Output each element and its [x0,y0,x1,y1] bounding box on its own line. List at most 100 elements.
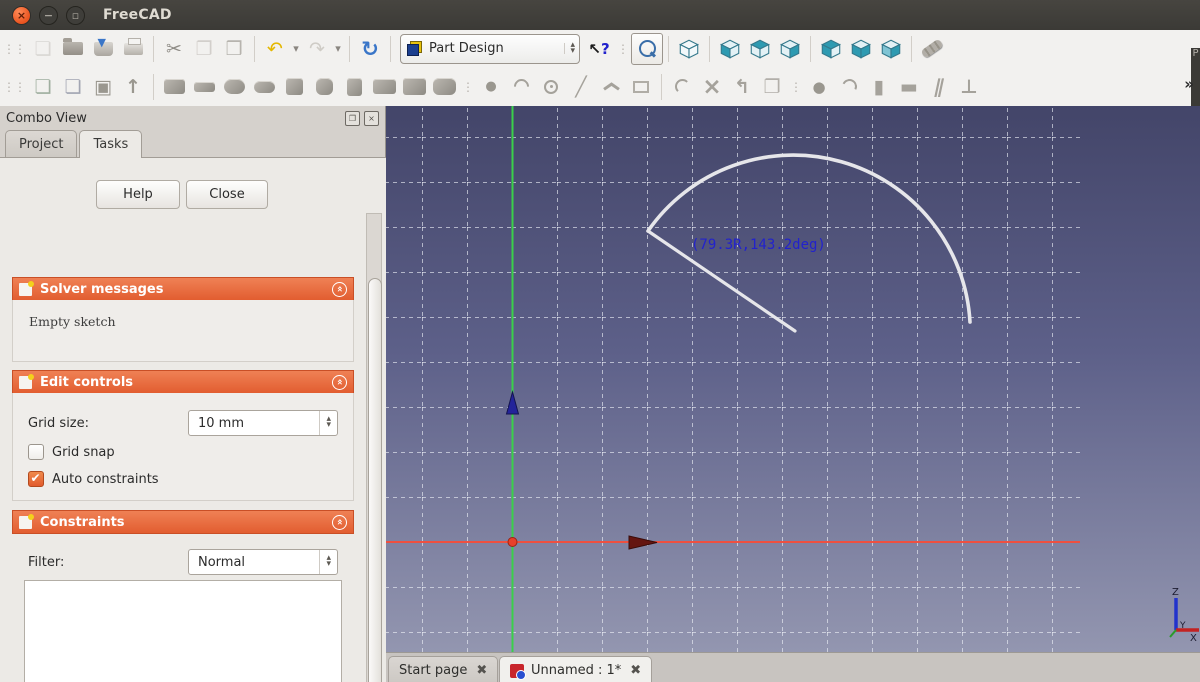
left-view-button[interactable] [846,34,876,64]
fillet-button[interactable] [279,72,309,102]
3d-viewport[interactable]: (79.3R,143.2deg) Z Y X [386,106,1200,652]
constraint-filter-dropdown[interactable]: Normal ▴▾ [188,549,338,575]
grid-size-spinbox[interactable]: 10 mm ▴▾ [188,410,338,436]
create-line-button[interactable]: ╱ [566,72,596,102]
tab-start-page[interactable]: Start page ✖ [388,656,498,682]
tab-tasks[interactable]: Tasks [79,130,142,158]
panel-float-button[interactable]: ❐ [345,111,360,126]
constraints-header[interactable]: Constraints « [12,510,354,534]
constraint-tangent-button[interactable] [834,72,864,102]
window-maximize-button[interactable]: ▫ [66,6,85,25]
polar-pattern-button[interactable] [429,72,459,102]
whats-this-button[interactable]: ↖? [584,34,614,64]
redo-dropdown[interactable]: ▾ [332,34,344,64]
chamfer-button[interactable] [309,72,339,102]
create-polyline-button[interactable] [596,72,626,102]
constraint-coincident-button[interactable]: ● [804,72,834,102]
close-tab-icon[interactable]: ✖ [476,663,487,678]
edit-sketch-button[interactable]: ❏ [58,72,88,102]
grid-size-spinner[interactable]: ▴▾ [319,411,337,435]
edit-controls-header[interactable]: Edit controls « [12,370,354,394]
toolbar-drag-handle[interactable]: ⋮ [790,80,801,94]
leave-sketch-button[interactable]: ↑ [118,72,148,102]
create-circle-button[interactable] [536,72,566,102]
solver-messages-header[interactable]: Solver messages « [12,277,354,301]
pocket-button[interactable] [189,72,219,102]
toolbar-drag-handle[interactable]: ⋮ [462,80,473,94]
freecad-window: × − ▫ FreeCAD ⋮⋮ ❏ ✂ ❐ ❒ ↶ ▾ ↷ ▾ ↻ Part … [0,0,1200,682]
create-rectangle-button[interactable] [626,72,656,102]
triad-y-label: Y [1179,621,1186,631]
window-close-button[interactable]: × [12,6,31,25]
tasks-scrollbar[interactable]: ▾ [366,213,382,682]
toolbar-drag-handle[interactable]: ⋮⋮ [3,42,25,56]
linear-pattern-button[interactable] [399,72,429,102]
create-sketch-button[interactable]: ❏ [28,72,58,102]
axonometric-view-button[interactable] [674,34,704,64]
undo-dropdown[interactable]: ▾ [290,34,302,64]
grid-snap-checkbox[interactable] [28,444,44,460]
separator [661,74,662,100]
collapse-icon[interactable]: « [332,282,347,297]
constraints-list[interactable] [24,580,342,682]
polyline-icon [603,81,619,92]
constraint-perpendicular-button[interactable]: ⊥ [954,72,984,102]
workbench-selector[interactable]: Part Design ▴▾ [400,34,580,64]
draft-button[interactable] [339,72,369,102]
front-view-button[interactable] [715,34,745,64]
tab-project[interactable]: Project [5,130,77,158]
sketch-fillet-icon [675,79,690,94]
create-arc-button[interactable] [506,72,536,102]
groove-button[interactable] [249,72,279,102]
collapse-icon[interactable]: « [332,515,347,530]
pad-button[interactable] [159,72,189,102]
bottom-view-button[interactable] [876,34,906,64]
external-geometry-button[interactable]: ↰ [727,72,757,102]
top-view-button[interactable] [745,34,775,64]
combo-view-title: Combo View [6,111,87,126]
paste-button[interactable]: ❒ [219,34,249,64]
fit-all-button[interactable] [631,33,663,65]
auto-constraints-checkbox[interactable] [28,471,44,487]
carbon-copy-button[interactable]: ❐ [757,72,787,102]
toolbar-overflow-button[interactable]: » [1184,75,1194,93]
window-minimize-button[interactable]: − [39,6,58,25]
scrollbar-thumb[interactable] [368,278,382,682]
print-button[interactable] [118,34,148,64]
copy-button[interactable]: ❐ [189,34,219,64]
help-button[interactable]: Help [96,180,180,209]
workbench-spinner[interactable]: ▴▾ [564,43,575,54]
redo-button[interactable]: ↷ [302,34,332,64]
right-view-button[interactable] [775,34,805,64]
cut-button[interactable]: ✂ [159,34,189,64]
close-task-button[interactable]: Close [186,180,268,209]
constraint-vertical-button[interactable]: ▮ [864,72,894,102]
create-fillet-button[interactable] [667,72,697,102]
note-icon [19,376,32,389]
tab-unnamed-document[interactable]: Unnamed : 1* ✖ [499,656,652,682]
mirrored-button[interactable] [369,72,399,102]
collapse-icon[interactable]: « [332,375,347,390]
constraint-horizontal-button[interactable]: ▬ [894,72,924,102]
origin-point[interactable] [508,538,517,547]
toolbar-drag-handle[interactable]: ⋮ [617,42,628,56]
filter-spinner[interactable]: ▴▾ [319,550,337,574]
revolution-button[interactable] [219,72,249,102]
open-document-button[interactable] [58,34,88,64]
rear-view-button[interactable] [816,34,846,64]
refresh-button[interactable]: ↻ [355,34,385,64]
panel-close-button[interactable]: × [364,111,379,126]
measure-button[interactable] [917,34,947,64]
map-sketch-button[interactable]: ▣ [88,72,118,102]
trim-edge-button[interactable]: × [697,72,727,102]
toolbar-drag-handle[interactable]: ⋮⋮ [3,80,25,94]
grid-size-label: Grid size: [28,416,89,431]
undo-button[interactable]: ↶ [260,34,290,64]
sketch-canvas[interactable]: (79.3R,143.2deg) Z Y X [386,106,1200,652]
create-point-button[interactable]: ● [476,72,506,102]
close-tab-icon[interactable]: ✖ [630,663,641,678]
constraint-parallel-button[interactable]: ∥ [921,72,957,102]
new-document-button[interactable]: ❏ [28,34,58,64]
separator [810,36,811,62]
save-button[interactable] [88,34,118,64]
